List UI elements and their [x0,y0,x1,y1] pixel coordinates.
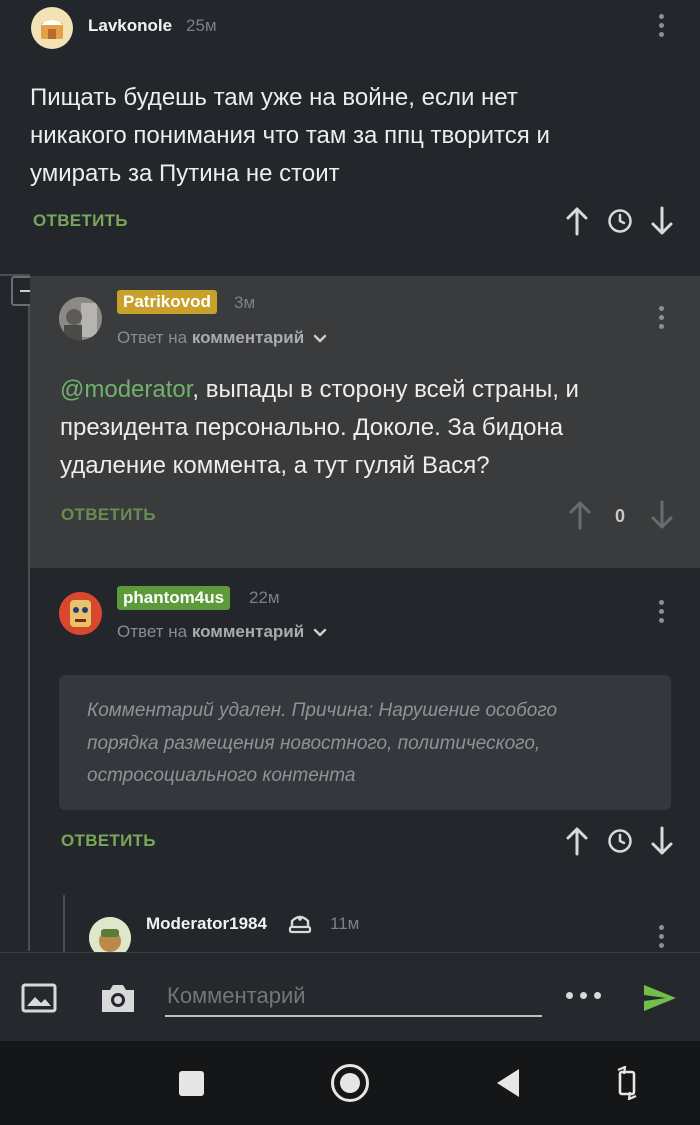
comment-time: 25м [186,16,217,35]
more-options-icon[interactable] [659,306,665,333]
reply-to-target[interactable]: комментарий [192,622,304,641]
username-badge[interactable]: Patrikovod [117,290,217,314]
reply-button[interactable]: ОТВЕТИТЬ [61,831,156,851]
clock-icon[interactable] [607,208,633,234]
avatar[interactable] [59,592,102,635]
comment-text: @moderator, выпады в сторону всей страны… [60,371,680,485]
comment-text-line: , выпады в сторону всей страны, и [192,376,579,403]
avatar[interactable] [59,297,102,340]
comment-time: 22м [249,588,280,607]
rotate-screen-icon[interactable] [615,1066,639,1100]
more-options-icon[interactable] [659,14,665,41]
upvote-icon[interactable] [565,206,589,236]
comment-time: 11м [330,914,360,933]
username[interactable]: Lavkonole [88,16,172,36]
thread-line [63,895,65,955]
reply-button[interactable]: ОТВЕТИТЬ [33,211,128,231]
camera-icon[interactable] [99,981,137,1015]
deleted-notice-line: порядка размещения новостного, политичес… [87,732,541,754]
recent-apps-button[interactable] [179,1071,204,1096]
reply-to-meta[interactable]: Ответ на комментарий [117,622,327,643]
username-badge[interactable]: phantom4us [117,586,231,610]
more-options-icon[interactable] [659,600,665,627]
chevron-down-icon[interactable] [313,623,327,643]
deleted-comment-notice: Комментарий удален. Причина: Нарушение о… [59,675,671,810]
reply-to-meta[interactable]: Ответ на комментарий [117,328,327,349]
upvote-icon[interactable] [565,826,589,856]
comment-composer [0,952,700,1041]
upvote-icon[interactable] [568,500,592,530]
deleted-notice-line: остросоциального контента [87,765,356,786]
reply-to-prefix: Ответ на [117,622,188,641]
comment-text-line: Пищать будешь там уже на войне, если нет [30,84,518,111]
username[interactable]: Moderator1984 [146,914,267,934]
reply-to-prefix: Ответ на [117,328,188,347]
moderator-icon [287,911,313,935]
comment-text-line: умирать за Путина не стоит [30,160,340,187]
more-actions-icon[interactable] [566,992,606,1000]
system-navigation-bar [0,1041,700,1125]
avatar[interactable] [31,7,73,49]
comment-text: Пищать будешь там уже на войне, если нет… [30,79,670,193]
comment-input[interactable] [165,977,542,1017]
home-button[interactable] [331,1064,369,1102]
deleted-notice-line: Комментарий удален. Причина: Нарушение о… [87,700,558,721]
downvote-icon[interactable] [650,500,674,530]
comment-time: 3м [234,293,256,312]
comment-text-line: удаление коммента, а тут гуляй Вася? [60,452,490,479]
chevron-down-icon[interactable] [313,329,327,349]
reply-button[interactable]: ОТВЕТИТЬ [61,505,156,525]
downvote-icon[interactable] [650,826,674,856]
downvote-icon[interactable] [650,206,674,236]
reply-to-target[interactable]: комментарий [192,328,304,347]
comment-text-line: президента персонально. Доколе. За бидон… [60,414,564,441]
image-icon[interactable] [21,983,57,1013]
clock-icon[interactable] [607,828,633,854]
comment-text-line: никакого понимания что там за ппц творит… [30,122,550,149]
back-button[interactable] [495,1067,521,1099]
more-options-icon[interactable] [659,925,665,952]
mention-link[interactable]: @moderator [60,376,192,403]
send-icon[interactable] [642,983,678,1013]
rating-value: 0 [615,506,626,526]
